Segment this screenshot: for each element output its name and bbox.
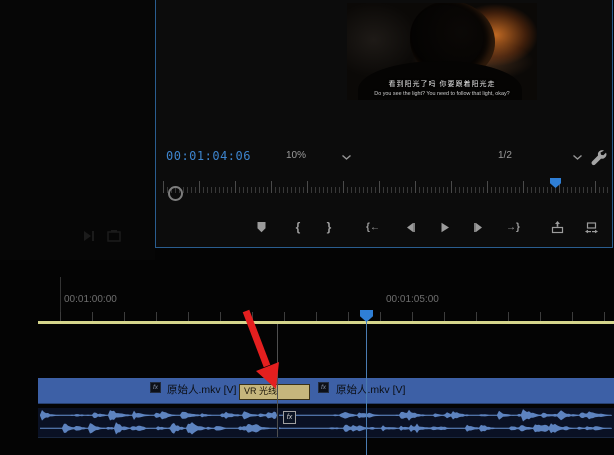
step-back-icon bbox=[402, 220, 417, 235]
go-to-in-button[interactable]: {← bbox=[360, 217, 386, 237]
play-icon bbox=[437, 220, 452, 235]
subtitle-english: Do you see the light? You need to follow… bbox=[357, 91, 528, 96]
fx-badge-icon: fx bbox=[318, 382, 329, 393]
fx-badge-icon: fx bbox=[150, 382, 161, 393]
video-clip-2-label[interactable]: 原始人.mkv [V] bbox=[336, 380, 405, 401]
mark-in-button[interactable]: { bbox=[285, 217, 311, 237]
play-button[interactable] bbox=[431, 217, 457, 237]
edit-point-line bbox=[277, 324, 278, 437]
program-mini-timeline-ruler[interactable] bbox=[163, 177, 611, 193]
video-track-v1[interactable]: fx fx bbox=[38, 378, 614, 404]
timeline-playhead-line bbox=[366, 321, 367, 455]
settings-wrench-icon[interactable] bbox=[589, 148, 609, 168]
subtitle-chinese: 看到阳光了吗 你要跟着阳光走 bbox=[347, 79, 537, 89]
ruler-timecode-label: 00:01:00:00 bbox=[64, 294, 117, 305]
audio-fx-badge-icon[interactable]: fx bbox=[283, 411, 296, 424]
zoom-level-select[interactable]: 10% bbox=[237, 146, 357, 168]
source-panel bbox=[0, 0, 155, 260]
zoom-level-value: 10% bbox=[286, 150, 306, 161]
lift-icon bbox=[550, 220, 565, 235]
extract-button[interactable] bbox=[578, 217, 604, 237]
extract-icon bbox=[584, 220, 599, 235]
go-to-out-button[interactable]: →} bbox=[500, 217, 526, 237]
program-panel-border-left bbox=[155, 0, 156, 248]
zoom-scroll-handle[interactable] bbox=[168, 186, 183, 201]
playback-resolution-value: 1/2 bbox=[498, 150, 512, 161]
video-clip-1-label[interactable]: 原始人.mkv [V] bbox=[167, 380, 236, 401]
step-forward-button[interactable] bbox=[466, 217, 492, 237]
mark-out-button[interactable]: } bbox=[316, 217, 342, 237]
play-to-edge-icon[interactable] bbox=[82, 228, 98, 244]
step-back-button[interactable] bbox=[396, 217, 422, 237]
marker-icon bbox=[254, 220, 269, 235]
chevron-down-icon bbox=[341, 154, 352, 161]
premiere-workspace: 看到阳光了吗 你要跟着阳光走 Do you see the light? You… bbox=[0, 0, 614, 455]
add-marker-button[interactable] bbox=[248, 217, 274, 237]
export-frame-icon[interactable] bbox=[106, 228, 122, 244]
program-panel-border-bottom bbox=[155, 247, 613, 248]
work-area-bar[interactable] bbox=[38, 321, 614, 324]
vr-lightrays-transition[interactable]: VR 光线 bbox=[239, 384, 310, 400]
step-forward-icon bbox=[472, 220, 487, 235]
lift-button[interactable] bbox=[544, 217, 570, 237]
video-preview: 看到阳光了吗 你要跟着阳光走 Do you see the light? You… bbox=[347, 3, 537, 100]
ruler-timecode-label: 00:01:05:00 bbox=[386, 294, 439, 305]
program-mini-playhead[interactable] bbox=[550, 178, 561, 188]
program-panel-border-right bbox=[612, 0, 613, 248]
audio-waveform bbox=[38, 408, 614, 437]
chevron-down-icon bbox=[572, 154, 583, 161]
playback-resolution-select[interactable]: 1/2 bbox=[470, 146, 588, 168]
